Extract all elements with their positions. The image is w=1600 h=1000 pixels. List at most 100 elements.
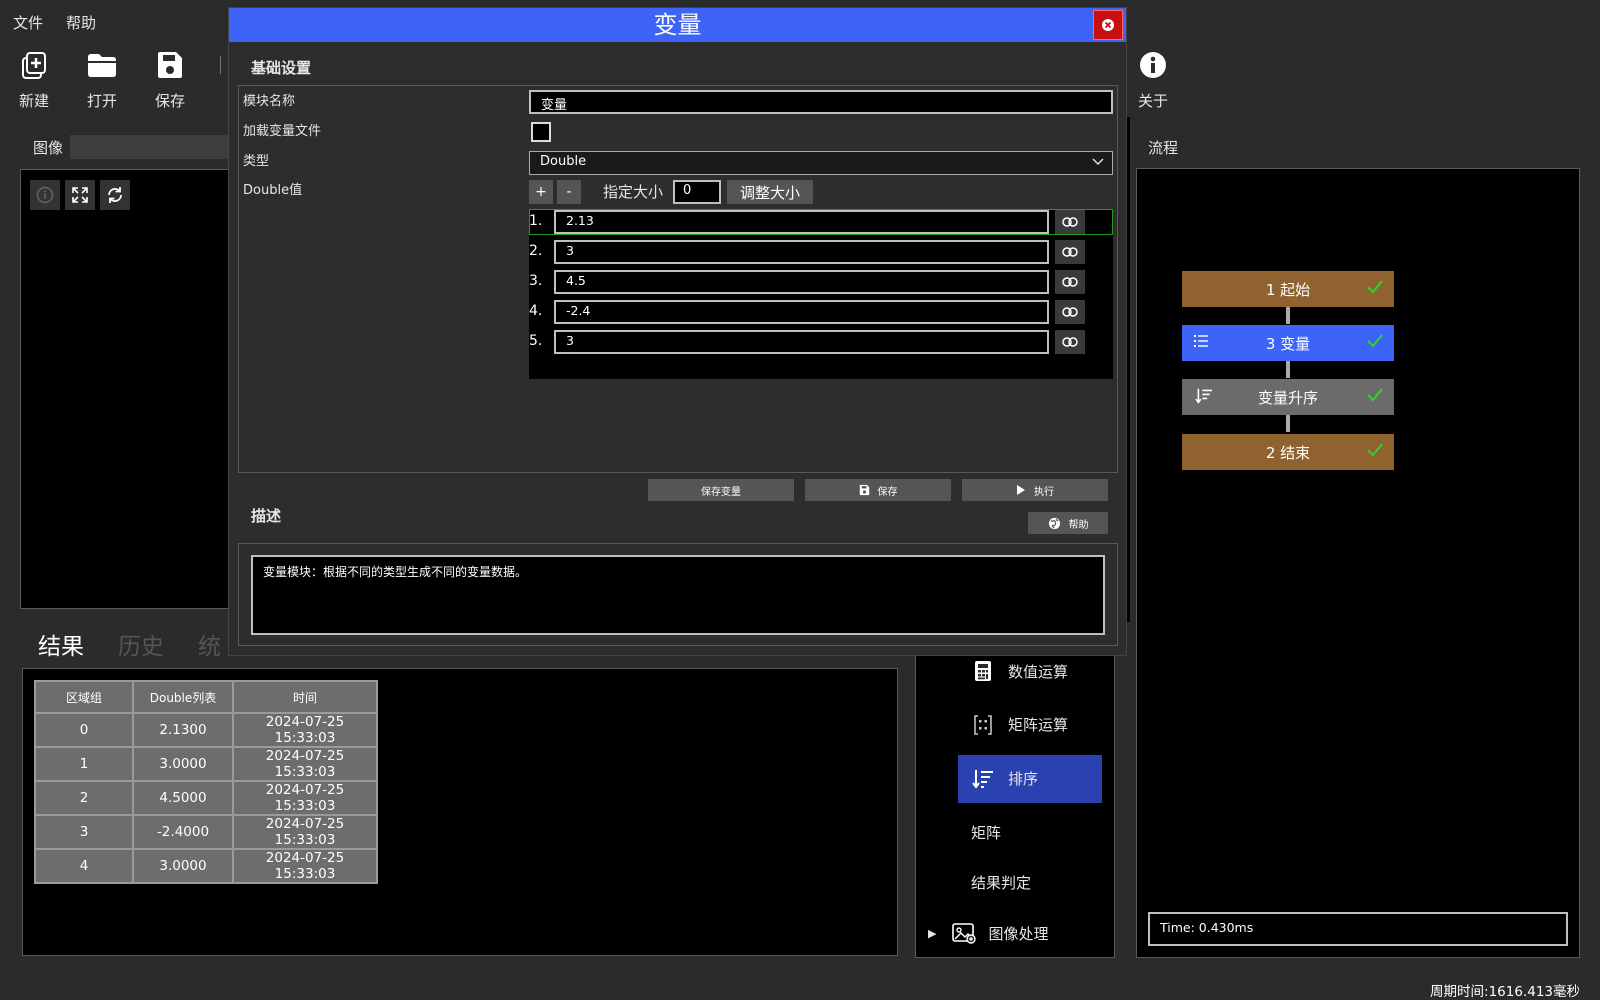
save-button[interactable]: 保存 bbox=[805, 479, 951, 501]
resize-button[interactable]: 调整大小 bbox=[727, 180, 813, 204]
flow-time-display: Time: 0.430ms bbox=[1148, 912, 1568, 946]
info-circle-icon bbox=[36, 186, 54, 204]
module-name-label: 模块名称 bbox=[243, 94, 296, 109]
flow-node-start[interactable]: 1 起始 bbox=[1182, 271, 1394, 307]
check-icon bbox=[1367, 280, 1383, 294]
value-input[interactable]: 2.13 bbox=[554, 210, 1049, 234]
status-bar: 周期时间:1616.413毫秒 bbox=[0, 978, 1600, 1000]
remove-item-button[interactable]: - bbox=[557, 180, 581, 204]
menu-help[interactable]: 帮助 bbox=[66, 12, 96, 33]
link-icon bbox=[1062, 247, 1078, 257]
save-variable-button[interactable]: 保存变量 bbox=[648, 479, 794, 501]
table-cell: 2024-07-25 15:33:03 bbox=[232, 848, 378, 884]
row-index: 2. bbox=[529, 243, 543, 259]
image-view[interactable] bbox=[20, 169, 230, 609]
about-button[interactable]: 关于 bbox=[1123, 48, 1183, 111]
check-icon bbox=[1367, 388, 1383, 402]
toolbar-divider bbox=[220, 56, 221, 74]
info-icon bbox=[1136, 48, 1170, 82]
chevron-down-icon bbox=[1092, 158, 1104, 166]
table-cell: 0 bbox=[34, 712, 134, 748]
tool-item-label: 矩阵 bbox=[971, 824, 1002, 842]
help-button[interactable]: 帮助 bbox=[1028, 512, 1108, 534]
type-select[interactable]: Double bbox=[529, 151, 1113, 175]
table-cell: 2 bbox=[34, 780, 134, 816]
menu-file[interactable]: 文件 bbox=[13, 12, 43, 33]
flow-node-end[interactable]: 2 结束 bbox=[1182, 434, 1394, 470]
table-row: 3 -2.4000 2024-07-25 15:33:03 bbox=[34, 814, 378, 850]
table-cell: 1 bbox=[34, 746, 134, 782]
tool-item-matrix[interactable]: 矩阵 bbox=[971, 822, 1001, 843]
tool-item-label: 数值运算 bbox=[1008, 662, 1069, 681]
link-icon bbox=[1062, 307, 1078, 317]
link-button[interactable] bbox=[1055, 330, 1085, 354]
flow-connector bbox=[1286, 414, 1290, 432]
dialog-close-button[interactable] bbox=[1093, 10, 1123, 40]
save-toolbar-button[interactable]: 保存 bbox=[140, 48, 200, 111]
calculator-icon bbox=[975, 661, 991, 681]
save-variable-label: 保存变量 bbox=[701, 486, 741, 498]
new-button[interactable]: 新建 bbox=[4, 48, 64, 111]
tab-stats[interactable]: 统 bbox=[198, 627, 221, 661]
execute-button[interactable]: 执行 bbox=[962, 479, 1108, 501]
link-button[interactable] bbox=[1055, 210, 1085, 234]
module-name-input[interactable]: 变量 bbox=[529, 90, 1113, 114]
description-text[interactable]: 变量模块：根据不同的类型生成不同的变量数据。 bbox=[251, 555, 1105, 635]
row-index: 5. bbox=[529, 333, 543, 349]
flow-panel-title: 流程 bbox=[1148, 139, 1179, 157]
play-icon bbox=[1017, 485, 1025, 495]
fit-view-button[interactable] bbox=[65, 180, 95, 210]
table-cell: 2024-07-25 15:33:03 bbox=[232, 814, 378, 850]
info-button[interactable] bbox=[30, 180, 60, 210]
save-icon bbox=[153, 48, 187, 82]
flow-node-label: 3 变量 bbox=[1265, 334, 1311, 353]
tool-item-result-judge[interactable]: 结果判定 bbox=[971, 872, 1031, 893]
value-input[interactable]: -2.4 bbox=[554, 300, 1049, 324]
tool-item-label: 图像处理 bbox=[988, 924, 1049, 943]
tool-item-matrix-op[interactable]: 矩阵运算 bbox=[974, 714, 1068, 735]
value-input[interactable]: 3 bbox=[554, 330, 1049, 354]
load-file-checkbox[interactable] bbox=[531, 122, 551, 142]
link-button[interactable] bbox=[1055, 270, 1085, 294]
link-button[interactable] bbox=[1055, 240, 1085, 264]
double-value-label: Double值 bbox=[243, 183, 303, 198]
image-source-select[interactable] bbox=[70, 135, 230, 159]
open-button[interactable]: 打开 bbox=[72, 48, 132, 111]
result-table: 区域组 Double列表 时间 0 2.1300 2024-07-25 15:33:… bbox=[34, 680, 378, 884]
check-icon bbox=[1367, 443, 1383, 457]
type-label: 类型 bbox=[243, 154, 270, 169]
tool-item-numeric[interactable]: 数值运算 bbox=[974, 660, 1068, 682]
value-input[interactable]: 3 bbox=[554, 240, 1049, 264]
col-header-region: 区域组 bbox=[34, 680, 134, 714]
about-label: 关于 bbox=[1137, 92, 1168, 110]
dialog-title-bar[interactable]: 变量 bbox=[229, 8, 1126, 42]
flow-node-sort-asc[interactable]: 变量升序 bbox=[1182, 379, 1394, 415]
tool-group-image-process[interactable]: ▶ 图像处理 bbox=[928, 922, 1048, 944]
link-icon bbox=[1062, 277, 1078, 287]
flow-node-label: 变量升序 bbox=[1257, 388, 1318, 407]
tool-item-sort[interactable]: 排序 bbox=[972, 768, 1038, 789]
value-input[interactable]: 4.5 bbox=[554, 270, 1049, 294]
table-cell: -2.4000 bbox=[132, 814, 234, 850]
tab-result[interactable]: 结果 bbox=[38, 627, 84, 661]
expand-icon bbox=[72, 187, 88, 203]
col-header-double-list: Double列表 bbox=[132, 680, 234, 714]
new-file-icon bbox=[17, 48, 51, 82]
tab-history[interactable]: 历史 bbox=[118, 627, 164, 661]
link-button[interactable] bbox=[1055, 300, 1085, 324]
link-icon bbox=[1062, 337, 1078, 347]
load-file-label: 加载变量文件 bbox=[243, 124, 322, 139]
refresh-button[interactable] bbox=[100, 180, 130, 210]
flow-node-label: 1 起始 bbox=[1265, 280, 1311, 299]
close-icon bbox=[1102, 19, 1114, 31]
list-icon bbox=[1194, 335, 1208, 347]
add-item-button[interactable]: + bbox=[529, 180, 553, 204]
flow-node-variable[interactable]: 3 变量 bbox=[1182, 325, 1394, 361]
sort-icon bbox=[1195, 388, 1212, 404]
link-icon bbox=[1062, 217, 1078, 227]
help-button-label: 帮助 bbox=[1068, 519, 1089, 531]
size-input[interactable]: 0 bbox=[673, 180, 721, 204]
row-index: 3. bbox=[529, 273, 543, 289]
table-row: 1 3.0000 2024-07-25 15:33:03 bbox=[34, 746, 378, 782]
check-icon bbox=[1367, 334, 1383, 348]
